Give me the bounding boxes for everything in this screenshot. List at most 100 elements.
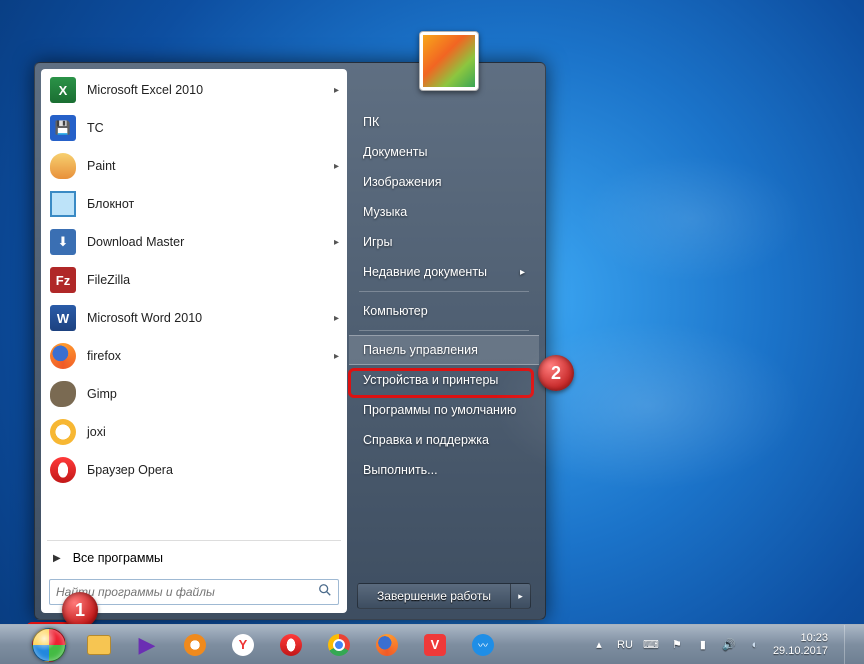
keyboard-icon[interactable]: ⌨: [643, 637, 659, 653]
program-label: Download Master: [87, 235, 184, 249]
program-label: Microsoft Word 2010: [87, 311, 202, 325]
program-label: Блокнот: [87, 197, 134, 211]
gimp-icon: [50, 381, 76, 407]
clock[interactable]: 10:23 29.10.2017: [773, 632, 828, 657]
shutdown-button[interactable]: Завершение работы: [357, 583, 511, 609]
all-programs[interactable]: ▶ Все программы: [41, 543, 347, 573]
taskbar-app-firefox[interactable]: [364, 628, 410, 662]
triangle-right-icon: ▶: [53, 553, 61, 564]
all-programs-label: Все программы: [73, 551, 163, 565]
opera-icon: [280, 634, 302, 656]
right-item-devices-printers[interactable]: Устройства и принтеры: [349, 365, 539, 395]
separator: [359, 330, 529, 331]
program-gimp[interactable]: Gimp: [41, 375, 347, 413]
program-label: Microsoft Excel 2010: [87, 83, 203, 97]
right-item-control-panel[interactable]: Панель управления: [349, 335, 539, 365]
program-label: Gimp: [87, 387, 117, 401]
program-notepad[interactable]: Блокнот: [41, 185, 347, 223]
submenu-arrow-icon: ▸: [334, 85, 339, 96]
program-excel[interactable]: X Microsoft Excel 2010 ▸: [41, 71, 347, 109]
right-item-computer[interactable]: Компьютер: [349, 296, 539, 326]
taskbar: ▶ Y V 〰 ▴ RU ⌨ ⚑ ▮ 🔊 ◐ 10:23 29.10.2017: [0, 624, 864, 664]
joxi-icon: [50, 419, 76, 445]
program-opera[interactable]: Браузер Opera: [41, 451, 347, 489]
search-icon: [318, 583, 332, 602]
tray-app-icon[interactable]: ◐: [747, 637, 763, 653]
system-tray: ▴ RU ⌨ ⚑ ▮ 🔊 ◐ 10:23 29.10.2017: [591, 625, 860, 664]
submenu-arrow-icon: ▸: [334, 313, 339, 324]
separator: [47, 540, 341, 541]
right-item-help[interactable]: Справка и поддержка: [349, 425, 539, 455]
show-desktop-button[interactable]: [844, 625, 854, 664]
vivaldi-icon: V: [424, 634, 446, 656]
program-joxi[interactable]: joxi: [41, 413, 347, 451]
tray-overflow-button[interactable]: ▴: [591, 637, 607, 653]
notepad-icon: [50, 191, 76, 217]
submenu-arrow-icon: ▸: [334, 161, 339, 172]
filezilla-icon: Fz: [50, 267, 76, 293]
maxthon-icon: 〰: [472, 634, 494, 656]
program-label: FileZilla: [87, 273, 130, 287]
right-item-run[interactable]: Выполнить...: [349, 455, 539, 485]
separator: [359, 291, 529, 292]
program-tc[interactable]: 💾 TC: [41, 109, 347, 147]
right-item-default-programs[interactable]: Программы по умолчанию: [349, 395, 539, 425]
taskbar-app-yandex[interactable]: Y: [220, 628, 266, 662]
right-item-user[interactable]: ПК: [349, 107, 539, 137]
taskbar-app-wmp[interactable]: [172, 628, 218, 662]
search-box[interactable]: [49, 579, 339, 605]
start-button[interactable]: [28, 625, 70, 664]
search-input[interactable]: [56, 585, 318, 599]
user-picture-icon: [423, 35, 475, 87]
taskbar-app-opera[interactable]: [268, 628, 314, 662]
firefox-icon: [376, 634, 398, 656]
wmp-icon: [184, 634, 206, 656]
taskbar-apps: ▶ Y V 〰: [70, 628, 506, 662]
paint-icon: [50, 153, 76, 179]
yandex-icon: Y: [232, 634, 254, 656]
media-player-icon: ▶: [134, 632, 160, 658]
word-icon: W: [50, 305, 76, 331]
taskbar-app-media[interactable]: ▶: [124, 628, 170, 662]
submenu-arrow-icon: ▸: [334, 351, 339, 362]
taskbar-app-chrome[interactable]: [316, 628, 362, 662]
start-menu-right-panel: ПК Документы Изображения Музыка Игры Нед…: [347, 69, 539, 613]
right-item-recent[interactable]: Недавние документы ▸: [349, 257, 539, 287]
windows-logo-icon: [32, 628, 66, 662]
program-download-master[interactable]: ⬇ Download Master ▸: [41, 223, 347, 261]
right-item-pictures[interactable]: Изображения: [349, 167, 539, 197]
desktop: X Microsoft Excel 2010 ▸ 💾 TC Paint ▸ Бл…: [0, 0, 864, 664]
program-word[interactable]: W Microsoft Word 2010 ▸: [41, 299, 347, 337]
right-item-games[interactable]: Игры: [349, 227, 539, 257]
program-paint[interactable]: Paint ▸: [41, 147, 347, 185]
taskbar-app-maxthon[interactable]: 〰: [460, 628, 506, 662]
program-filezilla[interactable]: Fz FileZilla: [41, 261, 347, 299]
program-label: joxi: [87, 425, 106, 439]
save-icon: 💾: [50, 115, 76, 141]
excel-icon: X: [50, 77, 76, 103]
right-item-documents[interactable]: Документы: [349, 137, 539, 167]
taskbar-app-vivaldi[interactable]: V: [412, 628, 458, 662]
shutdown-options-button[interactable]: ▸: [511, 583, 531, 609]
program-label: Браузер Opera: [87, 463, 173, 477]
taskbar-app-explorer[interactable]: [76, 628, 122, 662]
user-picture-frame[interactable]: [419, 31, 479, 91]
submenu-arrow-icon: ▸: [334, 237, 339, 248]
clock-date: 29.10.2017: [773, 645, 828, 658]
submenu-arrow-icon: ▸: [520, 267, 525, 278]
start-menu-left-panel: X Microsoft Excel 2010 ▸ 💾 TC Paint ▸ Бл…: [41, 69, 347, 613]
volume-icon[interactable]: 🔊: [721, 637, 737, 653]
language-indicator[interactable]: RU: [617, 639, 633, 651]
start-menu: X Microsoft Excel 2010 ▸ 💾 TC Paint ▸ Бл…: [34, 62, 546, 620]
firefox-icon: [50, 343, 76, 369]
program-label: TC: [87, 121, 104, 135]
network-icon[interactable]: ▮: [695, 637, 711, 653]
downloadmaster-icon: ⬇: [50, 229, 76, 255]
right-item-music[interactable]: Музыка: [349, 197, 539, 227]
program-firefox[interactable]: firefox ▸: [41, 337, 347, 375]
program-label: Paint: [87, 159, 116, 173]
explorer-icon: [87, 635, 111, 655]
program-label: firefox: [87, 349, 121, 363]
triangle-right-icon: ▸: [518, 591, 523, 602]
action-center-icon[interactable]: ⚑: [669, 637, 685, 653]
